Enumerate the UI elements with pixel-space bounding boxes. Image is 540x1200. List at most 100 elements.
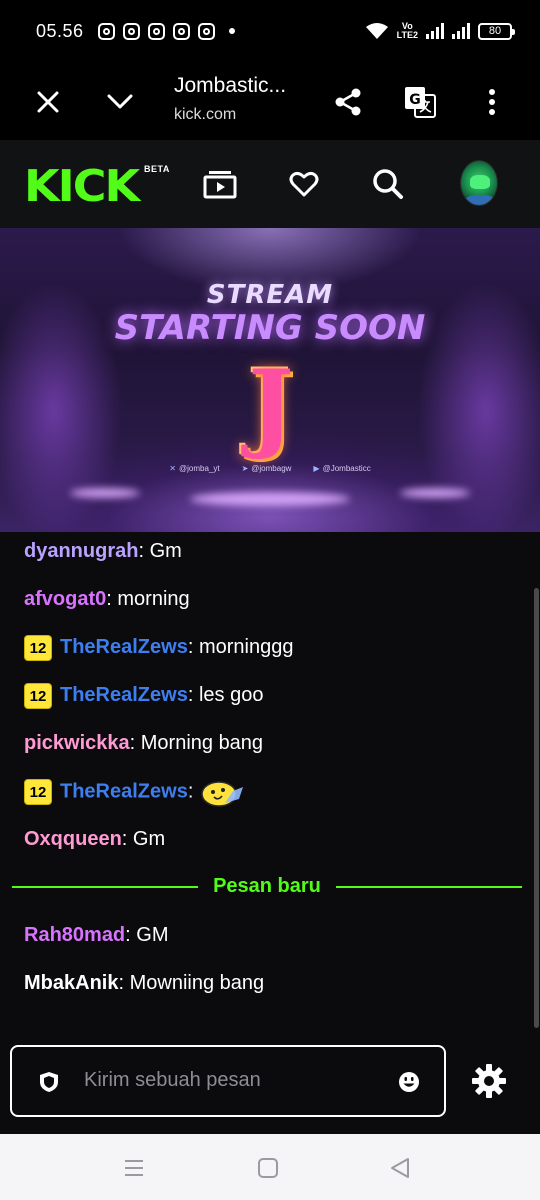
stream-socials: ✕ @jomba_yt ➤ @jombagw ▶ @Jombasticc xyxy=(0,464,540,473)
chat-scrollbar[interactable] xyxy=(534,588,539,1028)
search-icon xyxy=(373,169,403,199)
chat-message: dyannugrah: Gm xyxy=(24,537,182,565)
page-url[interactable]: kick.com xyxy=(174,106,236,124)
chat-text: morning xyxy=(117,588,190,610)
translate-icon: G xyxy=(405,87,436,118)
chat-message: afvogat0: morning xyxy=(24,585,190,613)
svg-text:G: G xyxy=(409,92,421,108)
emoji-icon[interactable] xyxy=(398,1071,420,1093)
signal-icon xyxy=(426,23,444,39)
chat-settings-icon[interactable] xyxy=(470,1062,508,1100)
stream-overlay-title: STREAM xyxy=(206,280,334,310)
chat-message: MbakAnik: Mowniing bang xyxy=(24,969,264,997)
share-button[interactable] xyxy=(328,82,368,122)
search-button[interactable] xyxy=(368,164,408,204)
channel-logo: J xyxy=(248,349,294,462)
back-icon[interactable] xyxy=(388,1156,412,1180)
chat-username[interactable]: TheRealZews xyxy=(60,636,188,658)
translate-button[interactable]: G xyxy=(400,82,440,122)
chat-text: Gm xyxy=(132,828,166,850)
page-title[interactable]: Jombastic... xyxy=(174,74,286,98)
chat-username[interactable]: pickwickka xyxy=(24,732,130,754)
kick-logo[interactable]: KICK xyxy=(24,164,140,208)
chat-message: 12 TheRealZews: xyxy=(24,777,244,807)
social-youtube: ▶ @Jombasticc xyxy=(313,464,370,473)
status-bar: 05.56 Vo LTE2 80 xyxy=(0,0,540,62)
home-icon[interactable] xyxy=(256,1156,280,1180)
favorites-button[interactable] xyxy=(284,164,324,204)
close-button[interactable] xyxy=(28,82,68,122)
battery-icon: 80 xyxy=(478,22,515,40)
chat-message: pickwickka: Morning bang xyxy=(24,729,263,757)
x-icon: ✕ xyxy=(169,464,176,473)
social-x: ✕ @jomba_yt xyxy=(169,464,219,473)
chat-colon: : xyxy=(187,636,199,658)
browser-toolbar: Jombastic... kick.com G xyxy=(0,62,540,140)
chat-colon: : xyxy=(106,588,118,610)
chat-username[interactable]: TheRealZews xyxy=(60,684,188,706)
chat-panel[interactable]: dyannugrah: Gm afvogat0: morning 12 TheRe… xyxy=(0,532,540,1032)
chat-text: les goo xyxy=(198,684,264,706)
chat-text: Mowniing bang xyxy=(129,972,265,994)
chat-username[interactable]: MbakAnik xyxy=(24,972,118,994)
chat-username[interactable]: Oxqqueen xyxy=(24,828,122,850)
close-icon xyxy=(37,91,59,113)
chat-colon: : xyxy=(118,972,130,994)
chat-message: Rah80mad: GM xyxy=(24,921,169,949)
more-notifications-dot xyxy=(228,28,235,34)
collapse-button[interactable] xyxy=(100,82,140,122)
instagram-icon xyxy=(147,22,165,40)
chat-colon: : xyxy=(129,732,141,754)
chat-input[interactable]: Kirim sebuah pesan xyxy=(10,1045,446,1117)
chat-message: 12 TheRealZews: les goo xyxy=(24,681,263,709)
signal-icon xyxy=(452,23,470,39)
shield-icon[interactable] xyxy=(38,1071,60,1093)
chat-message: Oxqqueen: Gm xyxy=(24,825,165,853)
instagram-icon xyxy=(122,22,140,40)
chat-colon: : xyxy=(187,780,194,803)
chat-text: GM xyxy=(136,924,169,946)
subscriber-badge[interactable]: 12 xyxy=(24,634,52,661)
stream-overlay-subtitle: STARTING SOON xyxy=(114,308,426,348)
system-navigation-bar xyxy=(0,1134,540,1200)
site-header: KICK BETA xyxy=(0,140,540,228)
social-handle: @Jombasticc xyxy=(322,464,371,473)
following-streams-button[interactable] xyxy=(200,164,240,204)
youtube-icon: ▶ xyxy=(313,464,320,473)
floor-light xyxy=(70,488,140,498)
chat-username[interactable]: dyannugrah xyxy=(24,540,138,562)
volte-indicator: Vo LTE2 xyxy=(396,21,418,40)
chat-text: Morning bang xyxy=(140,732,264,754)
status-right: Vo LTE2 80 xyxy=(365,21,515,40)
stream-player[interactable]: STREAM STARTING SOON J ✕ @jomba_yt ➤ @jomb… xyxy=(0,228,540,532)
social-handle: @jombagw xyxy=(251,464,292,473)
chat-username[interactable]: TheRealZews xyxy=(60,780,188,802)
video-library-icon xyxy=(203,171,237,199)
chat-text: morninggg xyxy=(198,636,294,658)
subscriber-badge[interactable]: 12 xyxy=(24,779,52,805)
status-time: 05.56 xyxy=(36,20,84,41)
more-options-button[interactable] xyxy=(472,82,512,122)
social-telegram: ➤ @jombagw xyxy=(242,464,292,473)
social-handle: @jomba_yt xyxy=(178,464,220,473)
telegram-icon: ➤ xyxy=(241,464,249,473)
floor-light xyxy=(400,488,470,498)
chat-text: Gm xyxy=(149,540,182,562)
chat-username[interactable]: afvogat0 xyxy=(24,588,106,610)
chat-colon: : xyxy=(121,828,133,850)
new-messages-label: Pesan baru xyxy=(213,875,321,897)
chat-message: 12 TheRealZews: morninggg xyxy=(24,633,293,661)
chat-input-placeholder[interactable]: Kirim sebuah pesan xyxy=(84,1069,261,1092)
instagram-icon xyxy=(172,22,190,40)
subscriber-badge[interactable]: 12 xyxy=(24,682,52,709)
user-avatar[interactable] xyxy=(460,160,498,206)
recents-menu-icon[interactable] xyxy=(122,1156,146,1180)
beta-label: BETA xyxy=(144,164,170,174)
chat-username[interactable]: Rah80mad xyxy=(24,924,125,946)
instagram-icon xyxy=(97,22,115,40)
floor-light xyxy=(190,492,350,506)
notification-icons xyxy=(97,22,235,40)
more-vertical-icon xyxy=(489,89,495,115)
instagram-icon xyxy=(197,22,215,40)
new-messages-divider: Pesan baru xyxy=(12,874,522,898)
